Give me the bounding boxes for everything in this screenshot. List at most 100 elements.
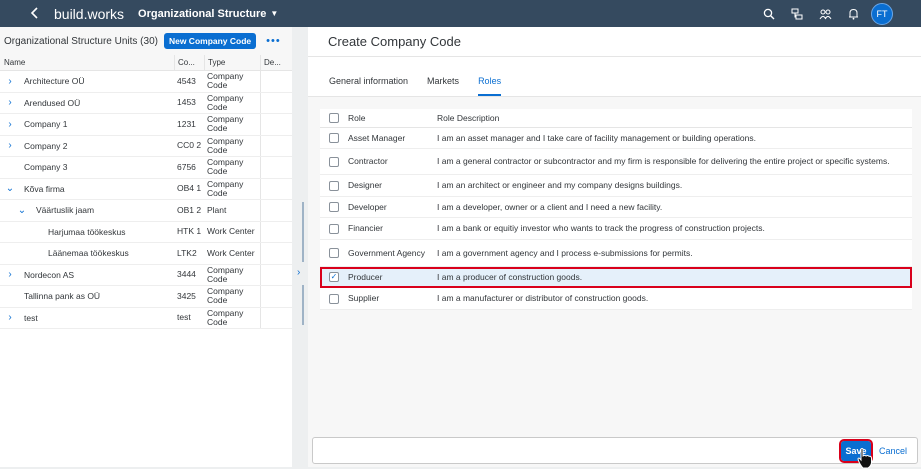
tree-row-label: Arendused OÜ (24, 97, 81, 108)
chevron-right-icon[interactable]: › (4, 97, 16, 108)
role-row[interactable]: Financier I am a bank or equitiy investor… (320, 218, 912, 240)
tree-row[interactable]: Harjumaa töökeskus HTK 1 Work Center (0, 221, 292, 243)
app-title-menu[interactable]: Organizational Structure ▼ (138, 8, 278, 20)
role-row[interactable]: Supplier I am a manufacturer or distribut… (320, 288, 912, 310)
chevron-right-icon[interactable]: › (4, 269, 16, 280)
tree-row-desc (260, 243, 292, 264)
tree-row-code: HTK 1 (177, 226, 202, 237)
tree-row[interactable]: Tallinna pank as OÜ 3425 Company Code (0, 286, 292, 308)
role-name: Asset Manager (348, 132, 406, 143)
bell-icon[interactable] (839, 0, 867, 27)
role-checkbox[interactable] (320, 180, 348, 191)
tree-row-desc (260, 157, 292, 178)
tree-row-type: Company Code (207, 114, 244, 134)
tree-row-name: › Company 1 (0, 119, 174, 130)
tree-row-type: Company Code (207, 157, 244, 177)
tree-row-desc (260, 200, 292, 221)
tree-row[interactable]: › Company 1 1231 Company Code (0, 114, 292, 136)
tree-row[interactable]: Läänemaa töökeskus LTK2 Work Center (0, 243, 292, 265)
search-icon[interactable] (755, 0, 783, 27)
chevron-right-icon[interactable]: › (4, 119, 16, 130)
cancel-button[interactable]: Cancel (879, 441, 907, 461)
tree-row[interactable]: › Arendused OÜ 1453 Company Code (0, 92, 292, 114)
chevron-right-icon[interactable]: › (4, 76, 16, 87)
tree-row-desc (260, 307, 292, 328)
tree-row-code: test (177, 312, 191, 323)
tab-markets[interactable]: Markets (427, 76, 459, 96)
caret-down-icon: ▼ (270, 9, 279, 18)
tree-row-desc (260, 135, 292, 156)
column-header-type[interactable]: Type (204, 55, 260, 70)
more-icon[interactable]: ••• (266, 35, 281, 47)
tree-row[interactable]: › test test Company Code (0, 307, 292, 329)
chevron-right-icon[interactable]: › (4, 312, 16, 323)
tree-row[interactable]: Company 3 6756 Company Code (0, 157, 292, 179)
tree-row-name: ⌄ Kõva firma (0, 183, 174, 194)
tab-roles[interactable]: Roles (478, 76, 502, 96)
chevron-down-icon[interactable]: ⌄ (16, 205, 28, 216)
mouse-cursor-icon (857, 448, 872, 469)
tree-row-desc (260, 71, 292, 92)
tree-row[interactable]: › Nordecon AS 3444 Company Code (0, 264, 292, 286)
roles-table-header: Role Role Description (320, 109, 912, 128)
role-checkbox[interactable]: ✓ (320, 272, 348, 282)
tree-row-code: 4543 (177, 75, 196, 86)
avatar[interactable]: FT (871, 2, 893, 25)
tree-row-type: Company Code (207, 264, 244, 284)
chevron-left-icon[interactable] (30, 6, 44, 21)
column-header-desc[interactable]: De... (260, 55, 292, 70)
role-description: I am a developer, owner or a client and … (437, 201, 663, 212)
roles-list: Asset Manager I am an asset manager and I… (320, 128, 912, 310)
tree-row-code: CC0 2 (177, 140, 202, 151)
org-units-list: › Architecture OÜ 4543 Company Code › Arendus… (0, 71, 292, 329)
tree-row[interactable]: › Architecture OÜ 4543 Company Code (0, 71, 292, 93)
new-company-code-button[interactable]: New Company Code (163, 33, 257, 49)
org-chart-icon[interactable] (783, 0, 811, 27)
tree-row-label: Company 3 (24, 162, 68, 173)
app-title: Organizational Structure (138, 7, 267, 20)
chevron-right-icon[interactable]: › (297, 267, 300, 278)
tree-row-code: 3444 (177, 269, 196, 280)
splitter-handle-bottom (302, 285, 304, 325)
role-name: Producer (348, 271, 383, 282)
brand-logo[interactable]: build.works (54, 6, 124, 22)
shell-actions: FT (755, 0, 921, 27)
tree-row-label: Nordecon AS (24, 269, 75, 280)
tree-row[interactable]: ⌄ Kõva firma OB4 1 Company Code (0, 178, 292, 200)
people-icon[interactable] (811, 0, 839, 27)
role-checkbox[interactable] (320, 248, 348, 258)
role-row[interactable]: Designer I am an architect or engineer an… (320, 175, 912, 197)
role-row[interactable]: Asset Manager I am an asset manager and I… (320, 128, 912, 149)
role-row[interactable]: Contractor I am a general contractor or s… (320, 149, 912, 175)
column-header-role-description: Role Description (437, 112, 500, 123)
role-row[interactable]: Government Agency I am a government agenc… (320, 240, 912, 267)
role-row[interactable]: ✓ Producer I am a producer of construction… (320, 267, 912, 288)
chevron-down-icon[interactable]: ⌄ (4, 183, 16, 194)
column-header-role: Role (348, 112, 366, 123)
page-title: Create Company Code (308, 27, 921, 57)
role-checkbox[interactable] (320, 156, 348, 167)
column-header-name[interactable]: Name (0, 58, 174, 67)
tree-row-code: OB4 1 (177, 183, 202, 194)
role-row[interactable]: Developer I am a developer, owner or a cl… (320, 197, 912, 218)
tree-row-name: Harjumaa töökeskus (0, 227, 174, 237)
chevron-right-icon[interactable]: › (4, 140, 16, 151)
role-description: I am a bank or equitiy investor who want… (437, 223, 765, 233)
org-units-toolbar: Organizational Structure Units (30) New … (0, 27, 292, 55)
role-checkbox[interactable] (320, 293, 348, 304)
panel-splitter[interactable]: › (292, 27, 308, 467)
role-checkbox[interactable] (320, 223, 348, 234)
tree-row[interactable]: ⌄ Väärtuslik jaam OB1 2 Plant (0, 200, 292, 222)
tree-row-label: Company 1 (24, 119, 68, 130)
org-units-title: Organizational Structure Units (30) (4, 35, 158, 47)
column-header-code[interactable]: Co... (174, 55, 204, 70)
role-checkbox[interactable] (320, 133, 348, 143)
tree-row-name: ⌄ Väärtuslik jaam (0, 205, 174, 216)
checkbox-empty (329, 248, 339, 258)
tree-row[interactable]: › Company 2 CC0 2 Company Code (0, 135, 292, 157)
role-name: Financier (348, 223, 383, 233)
role-checkbox[interactable] (320, 202, 348, 212)
select-all-checkbox[interactable] (320, 113, 348, 123)
tree-row-label: Tallinna pank as OÜ (24, 291, 101, 302)
tab-general-information[interactable]: General information (329, 76, 408, 96)
